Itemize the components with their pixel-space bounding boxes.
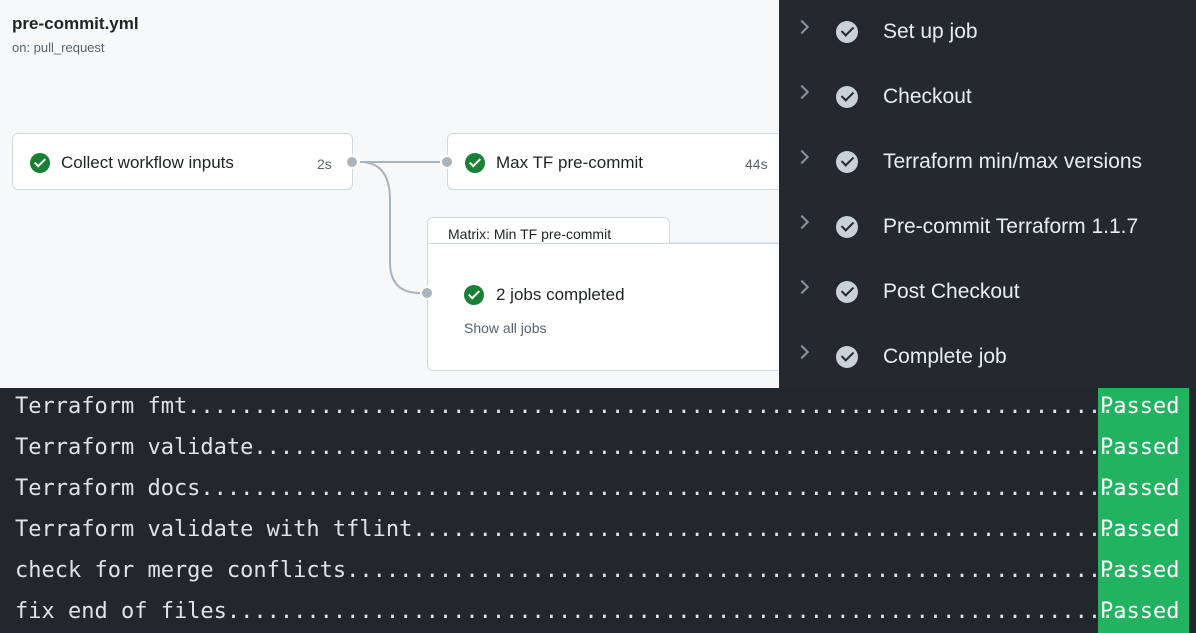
matrix-label: Matrix: Min TF pre-commit — [448, 226, 612, 242]
job-name: Collect workflow inputs — [61, 153, 234, 172]
connector-dot — [440, 155, 454, 169]
log-line: Terraform fmt...........................… — [15, 394, 1128, 419]
terminal-output: Terraform fmt...........................… — [0, 388, 1196, 633]
log-line: fix end of files........................… — [15, 599, 1128, 624]
step-success-icon — [836, 281, 858, 303]
check-result: Passed — [1100, 599, 1180, 624]
success-check-icon — [465, 153, 485, 173]
step-label: Post Checkout — [883, 280, 1020, 303]
step-label: Terraform min/max versions — [883, 150, 1143, 173]
step-success-icon — [836, 346, 858, 368]
step-success-icon — [836, 86, 858, 108]
step-label: Complete job — [883, 345, 1007, 368]
chevron-right-icon — [794, 279, 810, 295]
log-line: check for merge conflicts...............… — [15, 558, 1128, 583]
check-result: Passed — [1100, 517, 1180, 542]
matrix-group[interactable]: 2 jobs completed Show all jobs — [427, 243, 779, 371]
job-duration: 44s — [745, 156, 768, 172]
step-label: Set up job — [883, 20, 978, 43]
log-line: Terraform validate with tflint..........… — [15, 517, 1128, 542]
step-complete-job[interactable]: Complete job — [779, 325, 1196, 390]
step-checkout[interactable]: Checkout — [779, 65, 1196, 130]
log-line: Terraform validate......................… — [15, 435, 1128, 460]
check-result: Passed — [1100, 476, 1180, 501]
step-set-up-job[interactable]: Set up job — [779, 0, 1196, 65]
connector-dot — [420, 286, 434, 300]
chevron-right-icon — [794, 19, 810, 35]
success-check-icon — [30, 153, 50, 173]
check-result: Passed — [1100, 394, 1180, 419]
show-all-jobs-link[interactable]: Show all jobs — [464, 320, 547, 336]
matrix-summary: 2 jobs completed — [496, 285, 625, 304]
job-collect-workflow-inputs[interactable]: Collect workflow inputs 2s — [12, 133, 353, 190]
step-pre-commit-terraform[interactable]: Pre-commit Terraform 1.1.7 — [779, 195, 1196, 260]
job-duration: 2s — [317, 156, 332, 172]
job-name: Max TF pre-commit — [496, 153, 644, 172]
workflow-graph: pre-commit.yml on: pull_request Collect … — [0, 0, 779, 388]
step-success-icon — [836, 151, 858, 173]
step-success-icon — [836, 216, 858, 238]
matrix-tab: Matrix: Min TF pre-commit — [427, 217, 670, 245]
job-steps-panel: Set up job Checkout Terraform min/max ve… — [779, 0, 1196, 388]
step-terraform-versions[interactable]: Terraform min/max versions — [779, 130, 1196, 195]
connector-dot — [345, 155, 359, 169]
step-label: Pre-commit Terraform 1.1.7 — [883, 215, 1139, 238]
step-success-icon — [836, 21, 858, 43]
chevron-right-icon — [794, 344, 810, 360]
step-post-checkout[interactable]: Post Checkout — [779, 260, 1196, 325]
chevron-right-icon — [794, 214, 810, 230]
success-check-icon — [464, 285, 484, 305]
step-label: Checkout — [883, 85, 972, 108]
chevron-right-icon — [794, 84, 810, 100]
log-line: Terraform docs..........................… — [15, 476, 1128, 501]
chevron-right-icon — [794, 149, 810, 165]
check-result: Passed — [1100, 558, 1180, 583]
job-max-tf-pre-commit[interactable]: Max TF pre-commit 44s — [447, 133, 779, 190]
check-result: Passed — [1100, 435, 1180, 460]
